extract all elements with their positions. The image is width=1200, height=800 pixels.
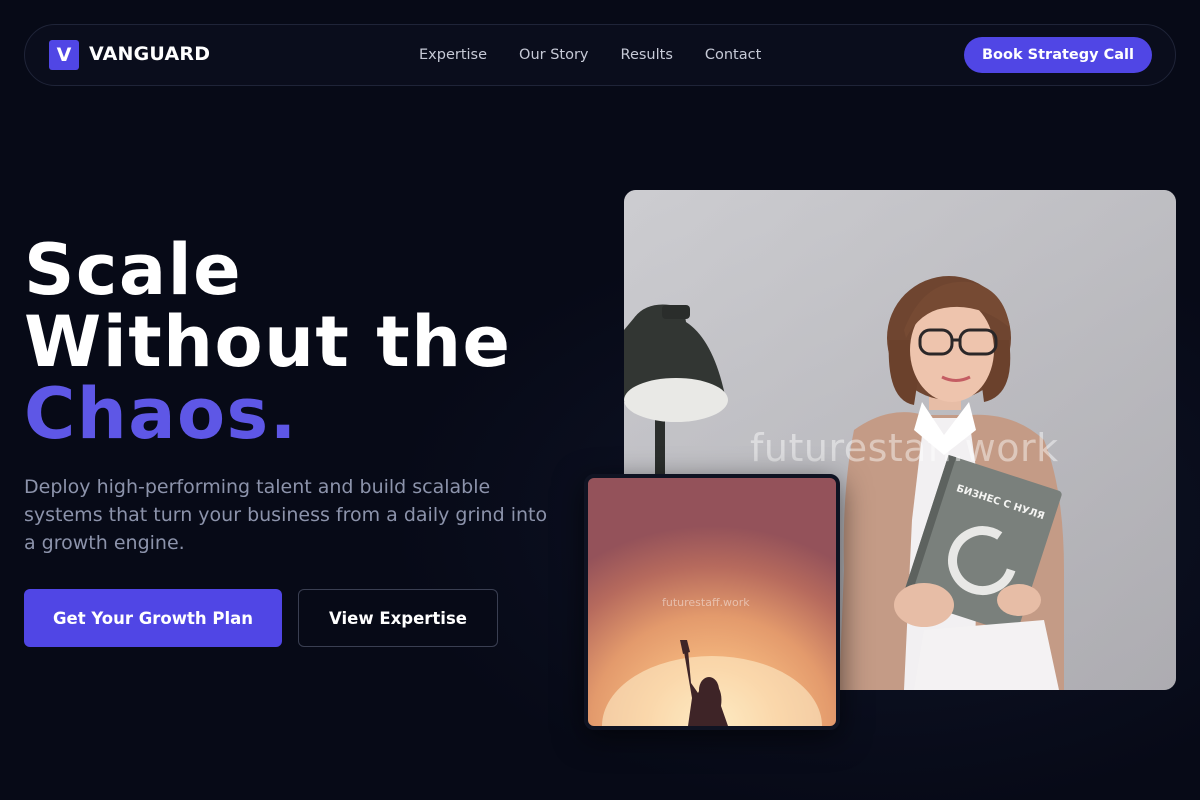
view-expertise-button[interactable]: View Expertise: [298, 589, 498, 647]
nav-link-expertise[interactable]: Expertise: [419, 47, 487, 63]
brand-logo-icon[interactable]: V: [49, 40, 79, 70]
nav-link-contact[interactable]: Contact: [705, 47, 761, 63]
navbar: V VANGUARD Expertise Our Story Results C…: [24, 24, 1176, 86]
get-growth-plan-button[interactable]: Get Your Growth Plan: [24, 589, 282, 647]
nav-link-results[interactable]: Results: [621, 47, 673, 63]
hero-headline: Scale Without the Chaos.: [24, 234, 512, 450]
nav-link-our-story[interactable]: Our Story: [519, 47, 588, 63]
headline-accent: Chaos.: [24, 373, 298, 455]
headline-line-2: Without the: [24, 301, 512, 383]
headline-line-1: Scale: [24, 229, 243, 311]
nav-links: Expertise Our Story Results Contact: [419, 25, 761, 85]
main-photo-watermark: futurestaff.work: [750, 426, 1059, 470]
hero-secondary-photo: futurestaff.work: [584, 474, 840, 730]
hero-subtext: Deploy high-performing talent and build …: [24, 476, 548, 554]
secondary-photo-watermark: futurestaff.work: [662, 596, 750, 609]
book-strategy-call-button[interactable]: Book Strategy Call: [964, 37, 1152, 73]
brand-name[interactable]: VANGUARD: [89, 43, 210, 65]
